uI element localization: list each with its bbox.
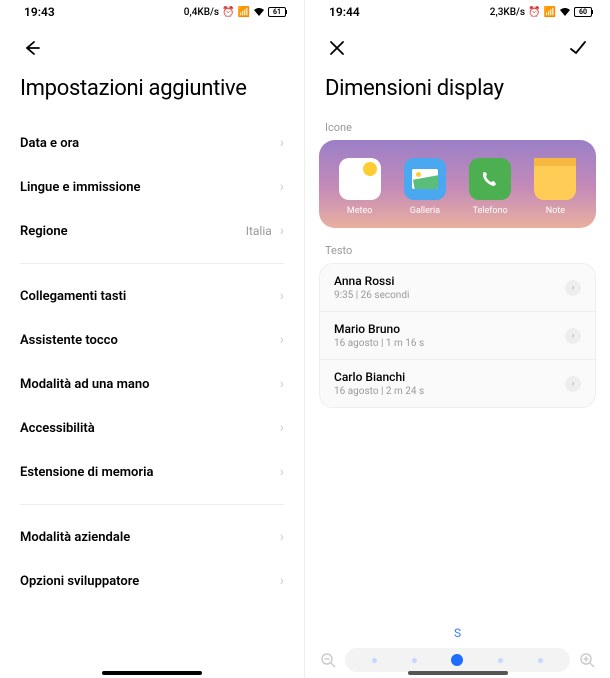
row-data-e-ora[interactable]: Data e ora › bbox=[0, 121, 304, 165]
confirm-button[interactable] bbox=[566, 36, 590, 60]
row-label: Modalità ad una mano bbox=[20, 377, 150, 392]
caller-meta: 16 agosto | 2 m 24 s bbox=[334, 386, 424, 397]
home-indicator[interactable] bbox=[408, 671, 508, 675]
size-indicator-letter: S bbox=[305, 626, 610, 640]
icons-preview-card: Meteo Galleria Telefono Note bbox=[319, 140, 596, 228]
text-preview-list: Anna Rossi 9:35 | 26 secondi › Mario Bru… bbox=[319, 263, 596, 408]
row-estensione-memoria[interactable]: Estensione di memoria › bbox=[0, 450, 304, 494]
wifi-icon bbox=[253, 7, 265, 17]
row-label: Assistente tocco bbox=[20, 333, 118, 348]
row-accessibilita[interactable]: Accessibilità › bbox=[0, 406, 304, 450]
row-label: Modalità aziendale bbox=[20, 530, 130, 545]
zoom-out-icon[interactable] bbox=[319, 651, 337, 669]
wifi-icon bbox=[559, 7, 571, 17]
row-label: Accessibilità bbox=[20, 421, 95, 436]
net-speed: 0,4KB/s bbox=[184, 7, 219, 18]
row-modalita-aziendale[interactable]: Modalità aziendale › bbox=[0, 515, 304, 559]
status-bar-right: 19:44 2,3KB/s ⏰ 📶 60 bbox=[305, 0, 610, 24]
slider-step bbox=[372, 658, 377, 663]
app-label: Telefono bbox=[473, 206, 508, 216]
check-icon bbox=[568, 38, 588, 58]
app-icon-telefono: Telefono bbox=[469, 158, 511, 216]
row-label: Estensione di memoria bbox=[20, 465, 153, 480]
call-item[interactable]: Mario Bruno 16 agosto | 1 m 16 s › bbox=[320, 312, 595, 360]
clock: 19:43 bbox=[24, 5, 55, 19]
settings-list: Data e ora › Lingue e immissione › Regio… bbox=[0, 121, 304, 678]
weather-icon bbox=[339, 158, 381, 200]
row-label: Collegamenti tasti bbox=[20, 289, 126, 304]
caller-meta: 16 agosto | 1 m 16 s bbox=[334, 338, 424, 349]
row-label: Lingue e immissione bbox=[20, 180, 140, 195]
row-collegamenti-tasti[interactable]: Collegamenti tasti › bbox=[0, 274, 304, 318]
app-label: Note bbox=[546, 206, 565, 216]
chevron-right-icon: › bbox=[565, 328, 581, 344]
app-label: Meteo bbox=[347, 206, 372, 216]
net-speed: 2,3KB/s bbox=[490, 7, 525, 18]
close-icon bbox=[328, 39, 346, 57]
phone-icon bbox=[469, 158, 511, 200]
clock: 19:44 bbox=[329, 5, 360, 19]
page-title: Dimensioni display bbox=[305, 68, 610, 121]
size-slider[interactable] bbox=[345, 648, 570, 672]
row-lingue-e-immissione[interactable]: Lingue e immissione › bbox=[0, 165, 304, 209]
close-button[interactable] bbox=[325, 36, 349, 60]
app-icon-note: Note bbox=[534, 158, 576, 216]
app-icon-galleria: Galleria bbox=[404, 158, 446, 216]
row-opzioni-sviluppatore[interactable]: Opzioni sviluppatore › bbox=[0, 559, 304, 603]
caller-name: Carlo Bianchi bbox=[334, 370, 424, 384]
chevron-right-icon: › bbox=[280, 420, 284, 436]
zoom-in-icon[interactable] bbox=[578, 651, 596, 669]
app-label: Galleria bbox=[410, 206, 440, 216]
status-bar-left: 19:43 0,4KB/s ⏰ 📶 61 bbox=[0, 0, 304, 24]
chevron-right-icon: › bbox=[565, 280, 581, 296]
slider-step bbox=[538, 658, 543, 663]
row-regione[interactable]: Regione Italia › bbox=[0, 209, 304, 253]
chevron-right-icon: › bbox=[280, 179, 284, 195]
battery-icon: 61 bbox=[268, 7, 286, 17]
alarm-icon: ⏰ bbox=[528, 7, 540, 18]
arrow-left-icon bbox=[22, 38, 42, 58]
chevron-right-icon: › bbox=[280, 332, 284, 348]
chevron-right-icon: › bbox=[280, 529, 284, 545]
call-item[interactable]: Carlo Bianchi 16 agosto | 2 m 24 s › bbox=[320, 360, 595, 407]
row-label: Regione bbox=[20, 224, 68, 239]
divider bbox=[20, 504, 284, 505]
slider-thumb[interactable] bbox=[451, 654, 463, 666]
home-indicator[interactable] bbox=[102, 671, 202, 675]
battery-icon: 60 bbox=[574, 7, 592, 17]
caller-name: Anna Rossi bbox=[334, 274, 409, 288]
signal-icon: 📶 bbox=[544, 7, 556, 18]
chevron-right-icon: › bbox=[280, 573, 284, 589]
page-title: Impostazioni aggiuntive bbox=[0, 68, 304, 121]
row-assistente-tocco[interactable]: Assistente tocco › bbox=[0, 318, 304, 362]
divider bbox=[20, 263, 284, 264]
slider-step bbox=[498, 658, 503, 663]
alarm-icon: ⏰ bbox=[222, 7, 234, 18]
note-icon bbox=[534, 158, 576, 200]
row-label: Data e ora bbox=[20, 136, 79, 151]
signal-icon: 📶 bbox=[238, 7, 250, 18]
chevron-right-icon: › bbox=[280, 464, 284, 480]
caller-name: Mario Bruno bbox=[334, 322, 424, 336]
row-label: Opzioni sviluppatore bbox=[20, 574, 139, 589]
slider-step bbox=[412, 658, 417, 663]
caller-meta: 9:35 | 26 secondi bbox=[334, 290, 409, 301]
back-button[interactable] bbox=[20, 36, 44, 60]
row-value: Italia bbox=[246, 224, 272, 238]
section-label-icons: Icone bbox=[305, 121, 610, 140]
section-label-text: Testo bbox=[305, 244, 610, 263]
chevron-right-icon: › bbox=[565, 376, 581, 392]
chevron-right-icon: › bbox=[280, 376, 284, 392]
call-item[interactable]: Anna Rossi 9:35 | 26 secondi › bbox=[320, 264, 595, 312]
chevron-right-icon: › bbox=[280, 288, 284, 304]
chevron-right-icon: › bbox=[280, 223, 284, 239]
app-icon-meteo: Meteo bbox=[339, 158, 381, 216]
row-modalita-una-mano[interactable]: Modalità ad una mano › bbox=[0, 362, 304, 406]
chevron-right-icon: › bbox=[280, 135, 284, 151]
gallery-icon bbox=[404, 158, 446, 200]
